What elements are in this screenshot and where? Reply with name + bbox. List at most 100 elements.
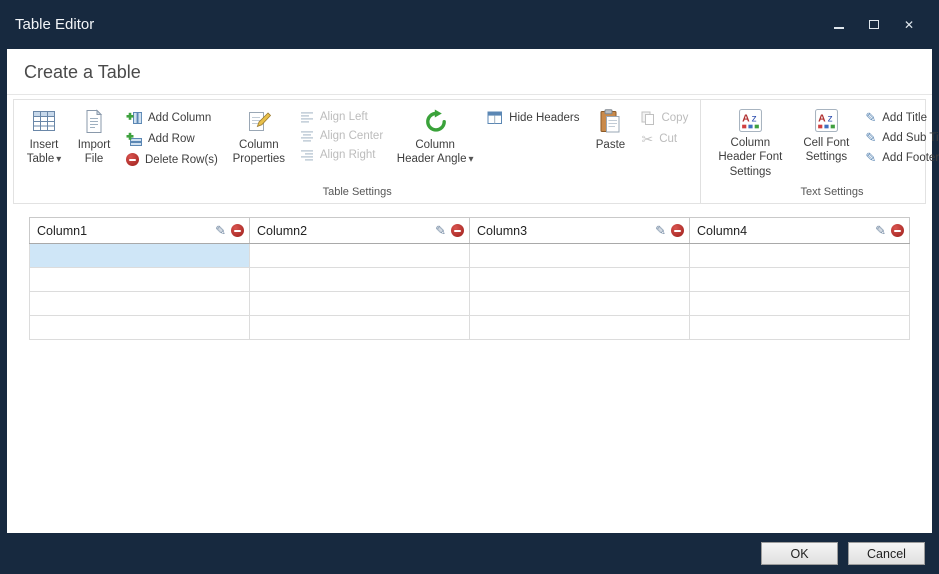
table-cell[interactable] <box>690 316 910 340</box>
column-header-font-settings-button[interactable]: A z Column Header Font Settings <box>705 106 795 182</box>
table-container: Column1 ✎ Column2 ✎ <box>7 204 932 340</box>
maximize-button[interactable] <box>867 18 881 32</box>
ribbon-toolbar: Insert Table Import File <box>13 99 926 204</box>
cancel-button[interactable]: Cancel <box>848 542 925 565</box>
column-header[interactable]: Column1 ✎ <box>30 218 250 244</box>
table-cell[interactable] <box>470 244 690 268</box>
remove-column-icon[interactable] <box>671 224 684 237</box>
column-name: Column3 <box>477 224 650 238</box>
column-name: Column1 <box>37 224 210 238</box>
table-cell[interactable] <box>470 316 690 340</box>
copy-icon <box>641 111 655 125</box>
import-file-button[interactable]: Import File <box>70 106 118 170</box>
add-column-label: Add Column <box>148 112 211 124</box>
table-cell[interactable] <box>690 292 910 316</box>
delete-rows-icon <box>126 153 139 166</box>
cell-font-settings-button[interactable]: A z Cell Font Settings <box>795 106 857 168</box>
add-row-icon <box>126 132 142 146</box>
add-column-icon <box>126 111 142 125</box>
delete-rows-button[interactable]: Delete Row(s) <box>126 153 218 166</box>
hide-headers-button[interactable]: Hide Headers <box>487 111 579 125</box>
data-table: Column1 ✎ Column2 ✎ <box>29 217 910 340</box>
column-header-angle-button[interactable]: Column Header Angle <box>391 106 479 170</box>
table-cell[interactable] <box>690 268 910 292</box>
table-cell[interactable] <box>470 268 690 292</box>
column-header-angle-label: Column Header Angle <box>397 139 467 165</box>
remove-column-icon[interactable] <box>891 224 904 237</box>
table-row <box>30 316 910 340</box>
table-row <box>30 244 910 268</box>
edit-column-icon[interactable]: ✎ <box>435 224 446 237</box>
hide-headers-container: Hide Headers <box>479 106 587 130</box>
table-cell[interactable] <box>470 292 690 316</box>
align-left-icon <box>300 111 314 123</box>
table-cell[interactable] <box>250 244 470 268</box>
align-center-icon <box>300 130 314 142</box>
row-column-actions: Add Column Add Row <box>118 106 226 171</box>
maximize-icon <box>869 20 879 29</box>
insert-table-button[interactable]: Insert Table <box>18 106 70 170</box>
svg-text:z: z <box>751 114 756 125</box>
paste-button[interactable]: Paste <box>587 106 633 155</box>
table-cell[interactable] <box>250 292 470 316</box>
column-name: Column4 <box>697 224 870 238</box>
cut-icon: ✂ <box>641 132 653 146</box>
add-footer-button[interactable]: ✎ Add Footer <box>865 151 939 164</box>
delete-rows-label: Delete Row(s) <box>145 154 218 166</box>
content-panel: Create a Table Inser <box>7 49 932 533</box>
close-button[interactable]: ✕ <box>902 18 916 32</box>
table-row <box>30 268 910 292</box>
edit-column-icon[interactable]: ✎ <box>215 224 226 237</box>
window-controls: ✕ <box>832 18 924 32</box>
edit-column-icon[interactable]: ✎ <box>655 224 666 237</box>
add-sub-title-button[interactable]: ✎ Add Sub Title <box>865 131 939 144</box>
svg-text:A: A <box>742 114 750 125</box>
table-cell[interactable] <box>250 268 470 292</box>
remove-column-icon[interactable] <box>451 224 464 237</box>
ok-button[interactable]: OK <box>761 542 838 565</box>
import-file-label: Import File <box>75 138 113 167</box>
add-footer-icon: ✎ <box>865 151 876 164</box>
column-properties-button[interactable]: Column Properties <box>226 106 292 170</box>
table-cell[interactable] <box>30 316 250 340</box>
align-actions: Align Left Align Center <box>292 106 391 166</box>
column-name: Column2 <box>257 224 430 238</box>
column-properties-label: Column Properties <box>231 138 287 167</box>
column-header[interactable]: Column4 ✎ <box>690 218 910 244</box>
align-left-button: Align Left <box>300 111 383 123</box>
column-header[interactable]: Column3 ✎ <box>470 218 690 244</box>
column-header-font-settings-icon: A z <box>739 109 762 132</box>
add-row-button[interactable]: Add Row <box>126 132 218 146</box>
add-title-label: Add Title <box>882 112 927 124</box>
column-properties-icon <box>247 109 271 134</box>
table-row <box>30 292 910 316</box>
add-row-label: Add Row <box>148 133 195 145</box>
table-cell[interactable] <box>690 244 910 268</box>
align-right-icon <box>300 149 314 161</box>
align-right-button: Align Right <box>300 149 383 161</box>
hide-headers-label: Hide Headers <box>509 112 579 124</box>
table-cell-selected[interactable] <box>30 244 250 268</box>
add-title-button[interactable]: ✎ Add Title <box>865 111 939 124</box>
window-titlebar[interactable]: Table Editor ✕ <box>0 0 939 49</box>
table-cell[interactable] <box>30 292 250 316</box>
remove-column-icon[interactable] <box>231 224 244 237</box>
edit-column-icon[interactable]: ✎ <box>875 224 886 237</box>
ribbon-group-text-settings: A z Column Header Font Settings A z <box>701 100 939 203</box>
cell-font-settings-label: Cell Font Settings <box>800 136 852 165</box>
table-cell[interactable] <box>30 268 250 292</box>
table-settings-items: Insert Table Import File <box>14 100 700 182</box>
cut-button: ✂ Cut <box>641 132 688 146</box>
title-actions: ✎ Add Title ✎ Add Sub Title ✎ Add Footer <box>857 106 939 169</box>
add-column-button[interactable]: Add Column <box>126 111 218 125</box>
svg-text:A: A <box>818 114 826 125</box>
align-left-label: Align Left <box>320 111 368 123</box>
column-header-angle-icon <box>423 109 448 134</box>
minimize-button[interactable] <box>832 18 846 32</box>
hide-headers-icon <box>487 111 503 125</box>
footer-bar: OK Cancel <box>0 533 939 574</box>
table-cell[interactable] <box>250 316 470 340</box>
column-header[interactable]: Column2 ✎ <box>250 218 470 244</box>
copy-label: Copy <box>661 112 688 124</box>
paste-label: Paste <box>596 138 625 152</box>
